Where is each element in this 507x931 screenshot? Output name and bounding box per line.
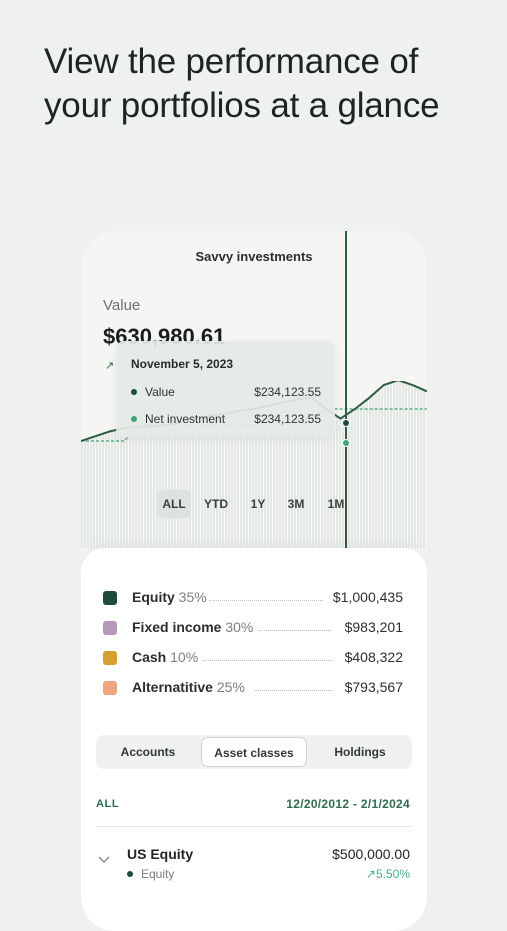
allocation-amount: $1,000,435: [332, 589, 403, 605]
trend-up-icon: ↗: [105, 360, 115, 372]
allocation-name: Equity 35%: [132, 589, 207, 605]
tooltip-value-label: Value: [145, 385, 175, 399]
allocation-amount: $793,567: [344, 679, 403, 695]
headline: View the performance of your portfolios …: [44, 40, 484, 128]
dotted-leader: [259, 630, 331, 631]
equity-swatch: [103, 591, 117, 605]
dotted-leader: [209, 600, 323, 601]
tab-asset-classes[interactable]: Asset classes: [201, 737, 307, 767]
allocation-row-cash[interactable]: Cash 10% $408,322: [103, 648, 403, 668]
range-1y[interactable]: 1Y: [245, 490, 271, 518]
tooltip-date: November 5, 2023: [131, 357, 234, 371]
tooltip-value-row: Value $234,123.55: [131, 385, 321, 399]
dotted-leader: [203, 660, 333, 661]
arrow-up-right-icon: ↗: [365, 867, 376, 881]
allocation-amount: $408,322: [344, 649, 403, 665]
date-range[interactable]: 12/20/2012 - 2/1/2024: [286, 797, 410, 811]
tooltip-net-label: Net investment: [145, 412, 226, 426]
fixed-income-swatch: [103, 621, 117, 635]
equity-dot-icon: [127, 871, 133, 877]
holding-amount: $500,000.00: [332, 846, 410, 862]
divider: [96, 826, 412, 827]
tooltip-value-amount: $234,123.55: [254, 385, 321, 399]
allocation-name: Alternatitive 25%: [132, 679, 245, 695]
allocation-name: Fixed income 30%: [132, 619, 254, 635]
chevron-down-icon[interactable]: [96, 851, 112, 867]
dotted-leader: [255, 690, 333, 691]
filter-all[interactable]: ALL: [96, 798, 119, 810]
net-investment-dot-icon: [131, 416, 137, 422]
value-label: Value: [103, 297, 141, 314]
alternative-swatch: [103, 681, 117, 695]
allocation-row-equity[interactable]: Equity 35% $1,000,435: [103, 588, 403, 608]
range-3m[interactable]: 3M: [281, 490, 311, 518]
chart-scrubber[interactable]: [345, 231, 347, 548]
phone-screen: Savvy investments Value $630,980.61 ↗ No…: [81, 231, 427, 931]
view-tabs: Accounts Asset classes Holdings: [96, 735, 412, 769]
holding-class: Equity: [127, 867, 174, 881]
headline-line-2: your portfolios at a glance: [44, 86, 440, 125]
details-sheet: Equity 35% $1,000,435 Fixed income 30% $…: [81, 548, 427, 931]
tab-holdings[interactable]: Holdings: [308, 735, 412, 769]
value-point-marker: [342, 419, 350, 427]
tab-accounts[interactable]: Accounts: [96, 735, 200, 769]
range-all[interactable]: ALL: [157, 490, 191, 518]
holding-name: US Equity: [127, 846, 194, 862]
tooltip-net-amount: $234,123.55: [254, 412, 321, 426]
holding-row[interactable]: US Equity Equity $500,000.00 ↗5.50%: [96, 841, 410, 891]
net-investment-point-marker: [342, 439, 350, 447]
time-range-selector: ALL YTD 1Y 3M 1M: [153, 490, 353, 522]
range-ytd[interactable]: YTD: [199, 490, 233, 518]
allocation-row-alternative[interactable]: Alternatitive 25% $793,567: [103, 678, 403, 698]
cash-swatch: [103, 651, 117, 665]
headline-line-1: View the performance of: [44, 42, 419, 81]
allocation-row-fixed-income[interactable]: Fixed income 30% $983,201: [103, 618, 403, 638]
allocation-name: Cash 10%: [132, 649, 199, 665]
tooltip-net-row: Net investment $234,123.55: [131, 412, 321, 426]
chart-tooltip: November 5, 2023 Value $234,123.55 Net i…: [116, 341, 335, 437]
allocation-amount: $983,201: [344, 619, 403, 635]
portfolio-title: Savvy investments: [195, 249, 313, 264]
value-dot-icon: [131, 389, 137, 395]
holding-change: ↗5.50%: [365, 867, 410, 881]
